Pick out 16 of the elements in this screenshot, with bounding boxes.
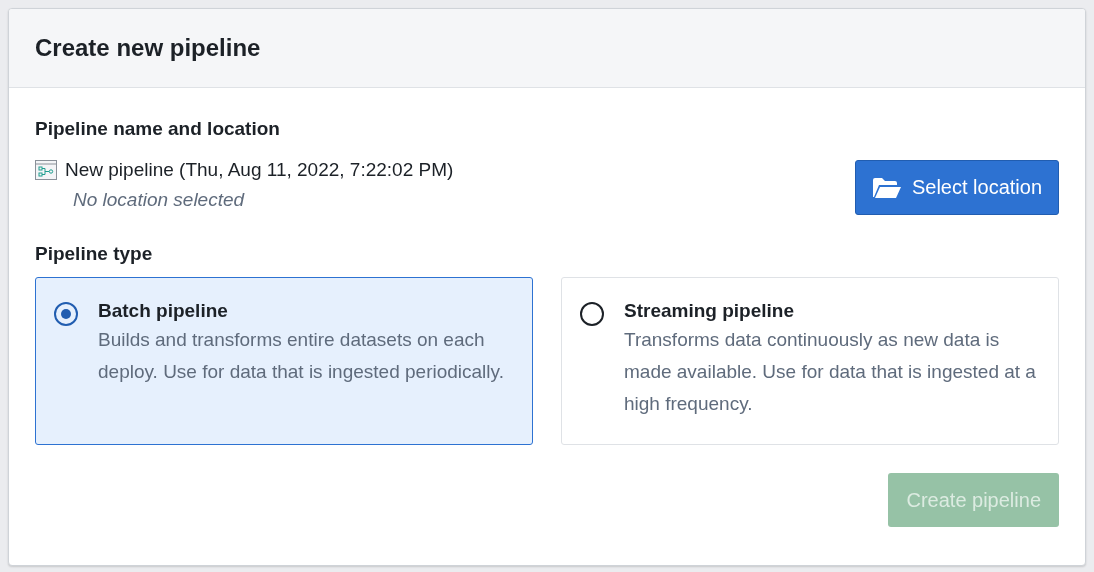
folder-icon (871, 176, 902, 199)
option-card[interactable]: Streaming pipeline Transforms data continuously as new data is made available. Use for data that is ingested at a high frequency. (561, 277, 1059, 445)
section-label: Pipeline name and location (35, 118, 281, 140)
pipeline-icon (35, 159, 57, 180)
location-text: No location selected (73, 188, 246, 211)
radio-button[interactable] (580, 302, 604, 326)
option-description: Transforms data continuously as new data is made available. Use for data that is ingested at a high frequency. (624, 328, 1037, 416)
option-title: Batch pipeline (98, 300, 229, 322)
dialog-title: Create new pipeline (35, 34, 261, 62)
radio-button[interactable] (54, 302, 78, 326)
pipeline-name: New pipeline (Thu, Aug 11, 2022, 7:22:02 PM) (65, 158, 454, 181)
select-location-button[interactable]: Select location (854, 160, 1059, 215)
section-label: Pipeline type (35, 243, 154, 265)
option-description: Builds and transforms entire datasets on each deploy. Use for data that is ingested periodically. (98, 328, 505, 384)
option-title: Streaming pipeline (624, 300, 795, 322)
option-card[interactable]: Batch pipeline Builds and transforms entire datasets on each deploy. Use for data that is ingested periodically. (35, 277, 533, 445)
